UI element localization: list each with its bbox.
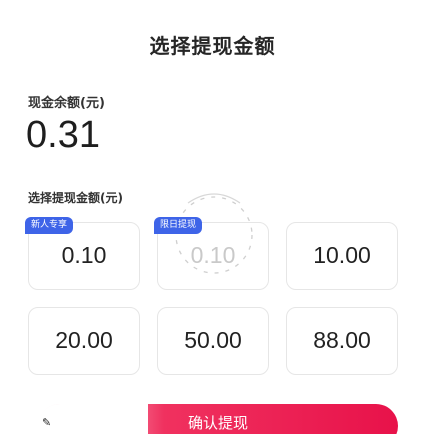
newcomer-badge: 新人专享 <box>25 217 74 234</box>
amount-option-value: 0.10 <box>190 242 236 268</box>
page-title: 选择提现金额 <box>149 34 276 58</box>
confirm-button-label: 确认提现 <box>187 414 248 432</box>
amount-option-4[interactable]: 20.00 <box>28 307 140 375</box>
amount-option-value: 0.10 <box>61 242 107 268</box>
daily-limit-badge: 限日提现 <box>154 217 203 234</box>
amount-option-value: 10.00 <box>313 242 371 268</box>
balance-label: 现金余额(元) <box>28 96 105 111</box>
amount-option-value: 88.00 <box>313 327 371 353</box>
amount-option-value: 50.00 <box>184 327 242 353</box>
amount-option-6[interactable]: 88.00 <box>286 307 398 375</box>
amount-option-3[interactable]: 10.00 <box>286 222 398 290</box>
confirm-withdraw-button[interactable]: ✎ 确认提现 <box>38 404 398 434</box>
amount-option-5[interactable]: 50.00 <box>157 307 269 375</box>
amount-option-2[interactable]: 限日提现 0.10 <box>154 193 269 290</box>
withdraw-amount-label: 选择提现金额(元) <box>28 191 123 205</box>
amount-option-value: 20.00 <box>55 327 113 353</box>
balance-amount: 0.31 <box>26 114 100 156</box>
amount-option-1[interactable]: 新人专享 0.10 <box>25 217 140 290</box>
